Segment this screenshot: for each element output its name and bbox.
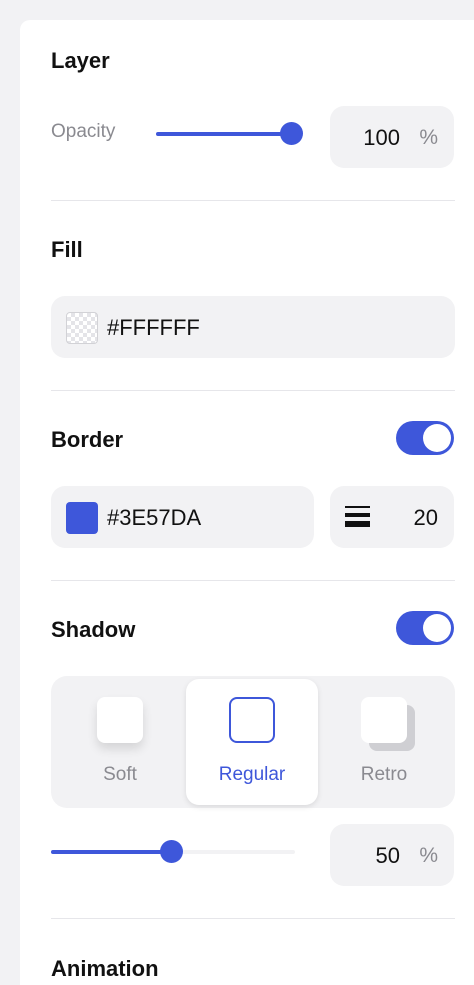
opacity-value: 100 — [363, 125, 400, 150]
opacity-slider[interactable] — [156, 122, 304, 146]
shadow-option-label: Retro — [360, 764, 408, 785]
opacity-field[interactable]: 100 % — [330, 106, 454, 168]
divider — [51, 200, 455, 201]
properties-panel: Layer Opacity 100 % Fill #FFFFFF Border … — [20, 20, 474, 985]
shadow-option-label: Soft — [103, 764, 137, 785]
shadow-option-retro[interactable]: Retro — [318, 679, 450, 805]
opacity-slider-track — [156, 132, 292, 136]
opacity-slider-thumb[interactable] — [280, 122, 303, 145]
layer-title: Layer — [51, 48, 110, 73]
soft-shadow-preview-icon — [97, 697, 143, 743]
shadow-slider-track-fill — [51, 850, 171, 854]
shadow-intensity-field[interactable]: 50 % — [330, 824, 454, 886]
divider — [51, 918, 455, 919]
toggle-knob — [423, 424, 451, 452]
border-toggle[interactable] — [396, 421, 454, 455]
shadow-title: Shadow — [51, 617, 136, 642]
border-color-swatch-icon[interactable] — [66, 502, 98, 534]
toggle-knob — [423, 614, 451, 642]
divider — [51, 580, 455, 581]
border-width-value: 20 — [413, 505, 438, 530]
border-width-field[interactable]: 20 — [330, 486, 454, 548]
border-title: Border — [51, 427, 124, 452]
shadow-option-label: Regular — [218, 764, 286, 785]
regular-shadow-preview-icon — [229, 697, 275, 743]
opacity-label: Opacity — [51, 121, 116, 142]
fill-title: Fill — [51, 237, 83, 262]
shadow-option-regular[interactable]: Regular — [186, 679, 318, 805]
border-color-field[interactable]: #3E57DA — [51, 486, 314, 548]
transparent-swatch-icon[interactable] — [66, 312, 98, 344]
fill-hex-value: #FFFFFF — [107, 315, 200, 340]
animation-title: Animation — [51, 956, 159, 981]
fill-color-field[interactable]: #FFFFFF — [51, 296, 455, 358]
border-hex-value: #3E57DA — [107, 505, 202, 530]
retro-shadow-preview-icon — [361, 697, 407, 743]
shadow-slider-thumb[interactable] — [160, 840, 183, 863]
shadow-intensity-slider[interactable] — [51, 840, 295, 864]
shadow-option-soft[interactable]: Soft — [54, 679, 186, 805]
opacity-unit: % — [419, 126, 438, 149]
shadow-intensity-value: 50 — [375, 843, 400, 868]
stroke-width-icon — [345, 506, 370, 528]
divider — [51, 390, 455, 391]
shadow-style-selector: Soft Regular Retro — [51, 676, 455, 808]
shadow-intensity-unit: % — [419, 844, 438, 867]
shadow-toggle[interactable] — [396, 611, 454, 645]
